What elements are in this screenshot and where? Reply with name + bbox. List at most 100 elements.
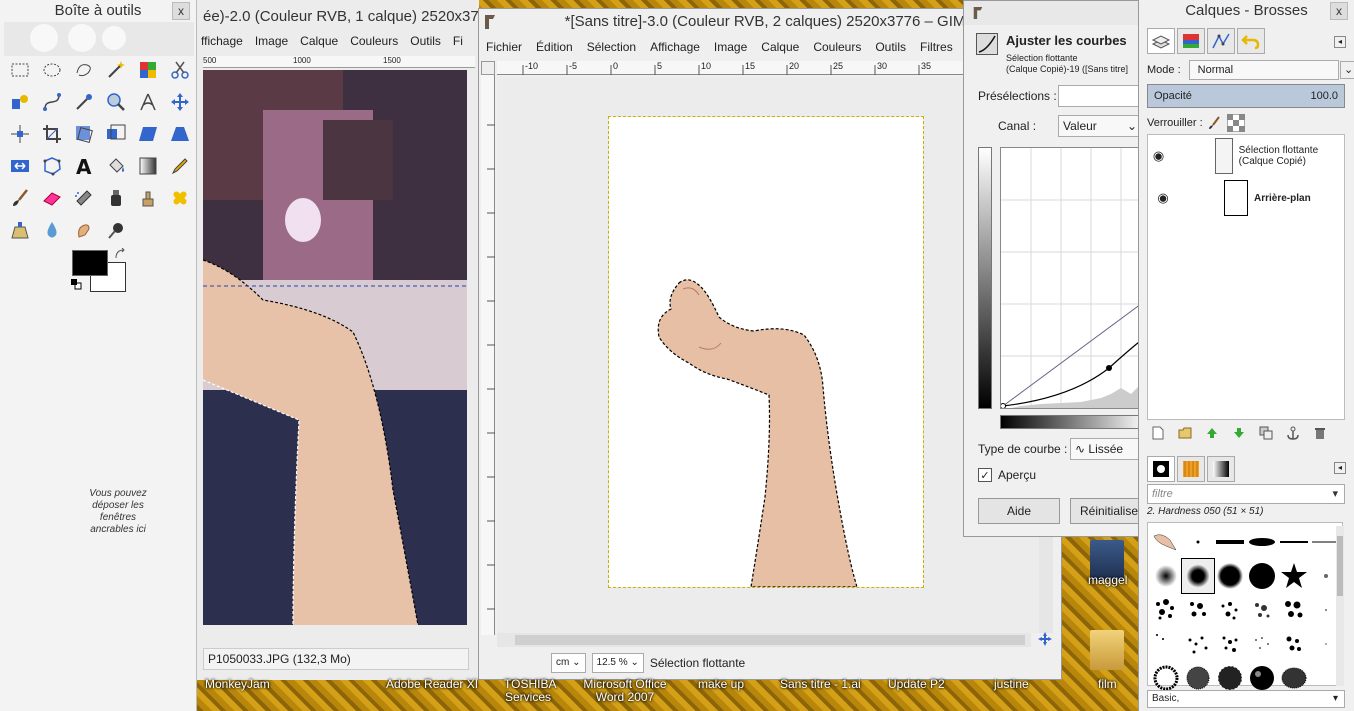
- eye-icon[interactable]: ◉: [1148, 190, 1178, 206]
- horizontal-scroll-thumb[interactable]: [515, 635, 1025, 645]
- preview-option[interactable]: ✓ Aperçu: [978, 468, 1036, 482]
- lock-pixels-icon[interactable]: [1207, 115, 1223, 131]
- brush-set-select[interactable]: Basic, ▾: [1147, 690, 1345, 708]
- clone-tool-icon[interactable]: [132, 182, 164, 214]
- brush-item[interactable]: [1246, 593, 1278, 627]
- rotate-tool-icon[interactable]: [68, 118, 100, 150]
- bucket-fill-tool-icon[interactable]: [100, 150, 132, 182]
- paintbrush-tool-icon[interactable]: [4, 182, 36, 214]
- dock-close-button[interactable]: x: [1330, 2, 1348, 20]
- photo-canvas[interactable]: [203, 70, 467, 625]
- color-select-tool-icon[interactable]: [132, 54, 164, 86]
- ink-tool-icon[interactable]: [100, 182, 132, 214]
- crop-tool-icon[interactable]: [36, 118, 68, 150]
- swap-colors-icon[interactable]: [114, 248, 126, 260]
- menu-calque[interactable]: Calque: [761, 40, 799, 54]
- menu-affichage[interactable]: Affichage: [650, 40, 700, 54]
- paths-tool-icon[interactable]: [36, 86, 68, 118]
- blur-tool-icon[interactable]: [36, 214, 68, 246]
- raise-layer-icon[interactable]: [1205, 426, 1219, 440]
- tab-patterns[interactable]: [1177, 456, 1205, 482]
- menu-couleurs[interactable]: Couleurs: [350, 34, 398, 52]
- presets-combo[interactable]: [1058, 85, 1148, 107]
- eye-icon[interactable]: ◉: [1148, 148, 1169, 164]
- taskbar-label-adobe-reader[interactable]: Adobe Reader XI: [386, 678, 478, 691]
- taskbar-label-justine[interactable]: justine: [994, 678, 1029, 691]
- heal-tool-icon[interactable]: [164, 182, 196, 214]
- measure-tool-icon[interactable]: [132, 86, 164, 118]
- toolbox-close-button[interactable]: x: [172, 2, 190, 20]
- desktop-label-maggel[interactable]: maggel: [1088, 574, 1127, 587]
- mode-select[interactable]: Normal ⌄: [1188, 60, 1354, 80]
- tab-layers[interactable]: [1147, 28, 1175, 54]
- menu-outils[interactable]: Outils: [875, 40, 906, 54]
- cage-tool-icon[interactable]: [36, 150, 68, 182]
- tab-channels[interactable]: [1177, 28, 1205, 54]
- help-button[interactable]: Aide: [978, 498, 1060, 524]
- perspective-tool-icon[interactable]: [164, 118, 196, 150]
- foreground-color-swatch[interactable]: [72, 250, 108, 276]
- brush-item[interactable]: [1246, 627, 1278, 661]
- shear-tool-icon[interactable]: [132, 118, 164, 150]
- menu-edition[interactable]: Édition: [536, 40, 573, 54]
- dodge-tool-icon[interactable]: [100, 214, 132, 246]
- brush-item[interactable]: [1214, 627, 1246, 661]
- anchor-layer-icon[interactable]: [1286, 426, 1300, 440]
- pencil-tool-icon[interactable]: [164, 150, 196, 182]
- new-layer-icon[interactable]: [1151, 426, 1165, 440]
- menu-image[interactable]: Image: [714, 40, 747, 54]
- color-picker-tool-icon[interactable]: [68, 86, 100, 118]
- delete-layer-icon[interactable]: [1313, 426, 1327, 440]
- menu-fichier[interactable]: Fichier: [486, 40, 522, 54]
- layer-row[interactable]: ◉ Sélection flottante (Calque Copié): [1148, 135, 1344, 177]
- channel-select[interactable]: Valeur ⌄: [1058, 115, 1142, 137]
- ellipse-select-tool-icon[interactable]: [36, 54, 68, 86]
- background-image-window[interactable]: ée)-2.0 (Couleur RVB, 1 calque) 2520x377…: [197, 0, 479, 680]
- brush-item-selected[interactable]: [1181, 558, 1215, 594]
- scissors-tool-icon[interactable]: [164, 54, 196, 86]
- airbrush-tool-icon[interactable]: [68, 182, 100, 214]
- rect-select-tool-icon[interactable]: [4, 54, 36, 86]
- brush-item[interactable]: [1214, 525, 1246, 559]
- brush-item[interactable]: [1278, 559, 1310, 593]
- layer-row[interactable]: ◉ Arrière-plan: [1148, 177, 1344, 219]
- menu-couleurs[interactable]: Couleurs: [813, 40, 861, 54]
- tab-brushes[interactable]: [1147, 456, 1175, 482]
- scale-tool-icon[interactable]: [100, 118, 132, 150]
- tab-gradients[interactable]: [1207, 456, 1235, 482]
- brush-item[interactable]: [1278, 627, 1310, 661]
- taskbar-label-make-up[interactable]: make up: [698, 678, 744, 691]
- align-tool-icon[interactable]: [4, 118, 36, 150]
- taskbar-label-update[interactable]: Update P2: [888, 678, 945, 691]
- brush-item[interactable]: [1182, 525, 1214, 559]
- dock-menu-button[interactable]: ◂: [1334, 36, 1346, 48]
- taskbar-label-word[interactable]: Microsoft Office Word 2007: [580, 678, 670, 704]
- brush-item[interactable]: [1278, 593, 1310, 627]
- brush-item[interactable]: [1214, 593, 1246, 627]
- menu-image[interactable]: Image: [255, 34, 288, 52]
- curve-type-select[interactable]: ∿ Lissée: [1070, 438, 1148, 460]
- folder-icon[interactable]: [1090, 630, 1124, 670]
- move-tool-icon[interactable]: [164, 86, 196, 118]
- tab-paths[interactable]: [1207, 28, 1235, 54]
- brush-item[interactable]: [1278, 525, 1310, 559]
- unit-select[interactable]: cm ⌄: [551, 653, 586, 673]
- brush-item[interactable]: [1214, 559, 1246, 593]
- new-layer-group-icon[interactable]: [1178, 426, 1192, 440]
- tab-undo-history[interactable]: [1237, 28, 1265, 54]
- menu-calque[interactable]: Calque: [300, 34, 338, 52]
- fuzzy-select-tool-icon[interactable]: [100, 54, 132, 86]
- brush-item[interactable]: [1150, 559, 1182, 593]
- curves-dialog[interactable]: Ajuster les courbes Sélection flottante …: [963, 0, 1148, 537]
- blend-tool-icon[interactable]: [132, 150, 164, 182]
- taskbar-label-monkeyjam[interactable]: MonkeyJam: [205, 678, 270, 691]
- brush-item[interactable]: [1150, 627, 1182, 661]
- flip-tool-icon[interactable]: [4, 150, 36, 182]
- lock-alpha-icon[interactable]: [1226, 114, 1245, 132]
- canvas-page[interactable]: [608, 116, 924, 588]
- preview-checkbox[interactable]: ✓: [978, 468, 992, 482]
- brush-filter-input[interactable]: filtre ▾: [1147, 484, 1345, 504]
- text-tool-icon[interactable]: A: [68, 150, 100, 182]
- curve-graph[interactable]: [1000, 147, 1148, 409]
- default-colors-icon[interactable]: [70, 278, 82, 290]
